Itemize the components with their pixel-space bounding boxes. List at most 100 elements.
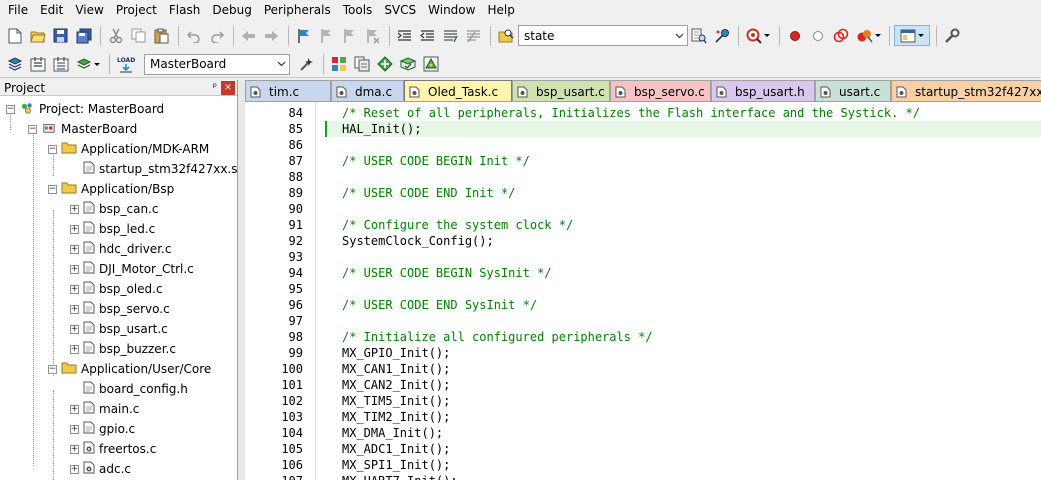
code-line[interactable]: MX_CAN1_Init(); bbox=[342, 361, 450, 377]
collapse-icon[interactable]: − bbox=[48, 364, 57, 374]
target-select[interactable]: MasterBoard bbox=[144, 53, 290, 75]
menu-svcs[interactable]: SVCS bbox=[378, 0, 422, 20]
tree-item-dji-motor-ctrl-c[interactable]: + DJI_Motor_Ctrl.c bbox=[70, 259, 194, 279]
expand-icon[interactable]: + bbox=[70, 204, 79, 214]
tree-item-project-masterboard[interactable]: − Project: MasterBoard bbox=[6, 99, 164, 119]
tab-bsp-usart-h[interactable]: bsp_usart.h bbox=[711, 80, 815, 101]
target-options-button[interactable] bbox=[296, 54, 317, 75]
incremental-find-button[interactable] bbox=[711, 25, 732, 46]
tab-oled-task-c[interactable]: Oled_Task.c bbox=[404, 80, 512, 101]
menu-edit[interactable]: Edit bbox=[34, 0, 69, 20]
tree-item-bsp-servo-c[interactable]: + bsp_servo.c bbox=[70, 299, 170, 319]
find-button[interactable] bbox=[688, 25, 709, 46]
code-line[interactable]: MX_ADC1_Init(); bbox=[342, 441, 450, 457]
build-button[interactable] bbox=[27, 54, 48, 75]
unindent-button[interactable] bbox=[417, 25, 438, 46]
tree-item-bsp-usart-c[interactable]: + bsp_usart.c bbox=[70, 319, 168, 339]
debug-session-button[interactable] bbox=[743, 25, 773, 46]
tab-startup-stm32f427xx-s[interactable]: startup_stm32f427xx.s bbox=[891, 80, 1041, 101]
expand-icon[interactable]: + bbox=[70, 304, 79, 314]
tree-item-adc-c[interactable]: + adc.c bbox=[70, 459, 131, 479]
expand-icon[interactable]: + bbox=[70, 424, 79, 434]
manage-rte-button[interactable] bbox=[420, 54, 441, 75]
panel-splitter[interactable] bbox=[238, 80, 245, 480]
expand-icon[interactable]: + bbox=[70, 464, 79, 474]
expand-icon[interactable]: + bbox=[70, 404, 79, 414]
navigate-back-button[interactable] bbox=[238, 25, 259, 46]
disable-breakpoints-button[interactable] bbox=[830, 25, 851, 46]
chevron-down-icon[interactable] bbox=[671, 26, 687, 45]
new-file-button[interactable] bbox=[4, 25, 25, 46]
collapse-icon[interactable]: − bbox=[48, 144, 57, 154]
code-line[interactable]: MX_TIM2_Init(); bbox=[342, 409, 450, 425]
code-line[interactable]: MX_DMA_Init(); bbox=[342, 425, 443, 441]
paste-button[interactable] bbox=[151, 25, 172, 46]
code-line[interactable]: SystemClock_Config(); bbox=[342, 233, 494, 249]
tree-item-freertos-c[interactable]: + freertos.c bbox=[70, 439, 156, 459]
code-comment[interactable]: /* Initialize all configured peripherals… bbox=[342, 329, 653, 345]
menu-peripherals[interactable]: Peripherals bbox=[258, 0, 337, 20]
tab-bsp-servo-c[interactable]: bsp_servo.c bbox=[610, 80, 711, 101]
menu-project[interactable]: Project bbox=[110, 0, 163, 20]
uncomment-selection-button[interactable] bbox=[463, 25, 484, 46]
code-line[interactable]: MX_GPIO_Init(); bbox=[342, 345, 450, 361]
tree-item-bsp-led-c[interactable]: + bsp_led.c bbox=[70, 219, 155, 239]
code-comment[interactable]: /* USER CODE BEGIN SysInit */ bbox=[342, 265, 552, 281]
tree-item-main-c[interactable]: + main.c bbox=[70, 399, 139, 419]
save-all-button[interactable] bbox=[73, 25, 94, 46]
bookmark-toggle-button[interactable] bbox=[293, 25, 314, 46]
expand-icon[interactable]: + bbox=[70, 224, 79, 234]
code-editor[interactable]: 84 85 86 87 88 89 90 91 92 93 94 95 96 97 98 99 100 101 10… bbox=[245, 102, 1041, 480]
open-file-button[interactable] bbox=[27, 25, 48, 46]
copy-button[interactable] bbox=[128, 25, 149, 46]
menu-tools[interactable]: Tools bbox=[337, 0, 379, 20]
code-comment[interactable]: /* USER CODE END Init */ bbox=[342, 185, 515, 201]
bookmark-clear-button[interactable] bbox=[362, 25, 383, 46]
tree-item-application-user-core[interactable]: − Application/User/Core bbox=[48, 359, 211, 379]
collapse-icon[interactable]: − bbox=[28, 124, 37, 134]
rebuild-button[interactable] bbox=[50, 54, 71, 75]
expand-icon[interactable]: + bbox=[70, 284, 79, 294]
code-comment[interactable]: /* Reset of all peripherals, Initializes… bbox=[342, 105, 920, 121]
code-comment[interactable]: /* Configure the system clock */ bbox=[342, 217, 573, 233]
code-line[interactable]: MX_SPI1_Init(); bbox=[342, 457, 450, 473]
tree-item-gpio-c[interactable]: + gpio.c bbox=[70, 419, 135, 439]
tree-item-masterboard[interactable]: − MasterBoard bbox=[28, 119, 137, 139]
kill-breakpoints-button[interactable] bbox=[853, 25, 883, 46]
tab-bsp-usart-c[interactable]: bsp_usart.c bbox=[512, 80, 610, 101]
save-button[interactable] bbox=[50, 25, 71, 46]
close-icon[interactable]: × bbox=[221, 81, 235, 95]
collapse-icon[interactable]: − bbox=[48, 184, 57, 194]
code-comment[interactable]: /* USER CODE END SysInit */ bbox=[342, 297, 537, 313]
file-extensions-button[interactable] bbox=[351, 54, 372, 75]
tree-item-bsp-buzzer-c[interactable]: + bsp_buzzer.c bbox=[70, 339, 176, 359]
tree-item-application-mdk-arm[interactable]: − Application/MDK-ARM bbox=[48, 139, 209, 159]
navigate-forward-button[interactable] bbox=[261, 25, 282, 46]
tree-item-hdc-driver-c[interactable]: + hdc_driver.c bbox=[70, 239, 171, 259]
menu-flash[interactable]: Flash bbox=[163, 0, 206, 20]
menu-file[interactable]: File bbox=[2, 0, 34, 20]
menu-help[interactable]: Help bbox=[481, 0, 520, 20]
menu-view[interactable]: View bbox=[69, 0, 109, 20]
window-layout-button[interactable] bbox=[894, 25, 930, 46]
collapse-icon[interactable]: − bbox=[6, 104, 15, 114]
tree-item-board-config-h[interactable]: board_config.h bbox=[83, 379, 188, 399]
chevron-down-icon[interactable] bbox=[273, 55, 289, 74]
redo-button[interactable] bbox=[206, 25, 227, 46]
expand-icon[interactable]: + bbox=[70, 344, 79, 354]
tree-item-bsp-oled-c[interactable]: + bsp_oled.c bbox=[70, 279, 163, 299]
manage-project-items-button[interactable] bbox=[328, 54, 349, 75]
tree-item-startup-stm32f427xx-s[interactable]: startup_stm32f427xx.s bbox=[83, 159, 238, 179]
find-combo[interactable]: state bbox=[518, 25, 688, 46]
find-in-files-button[interactable] bbox=[495, 25, 516, 46]
select-packs-button[interactable] bbox=[397, 54, 418, 75]
expand-icon[interactable]: + bbox=[70, 244, 79, 254]
indent-button[interactable] bbox=[394, 25, 415, 46]
expand-icon[interactable]: + bbox=[70, 444, 79, 454]
tree-item-bsp-can-c[interactable]: + bsp_can.c bbox=[70, 199, 158, 219]
code-line[interactable]: HAL_Init(); bbox=[342, 121, 421, 137]
expand-icon[interactable]: + bbox=[70, 264, 79, 274]
undo-button[interactable] bbox=[183, 25, 204, 46]
tab-usart-c[interactable]: usart.c bbox=[815, 80, 891, 101]
code-line[interactable]: MX_CAN2_Init(); bbox=[342, 377, 450, 393]
